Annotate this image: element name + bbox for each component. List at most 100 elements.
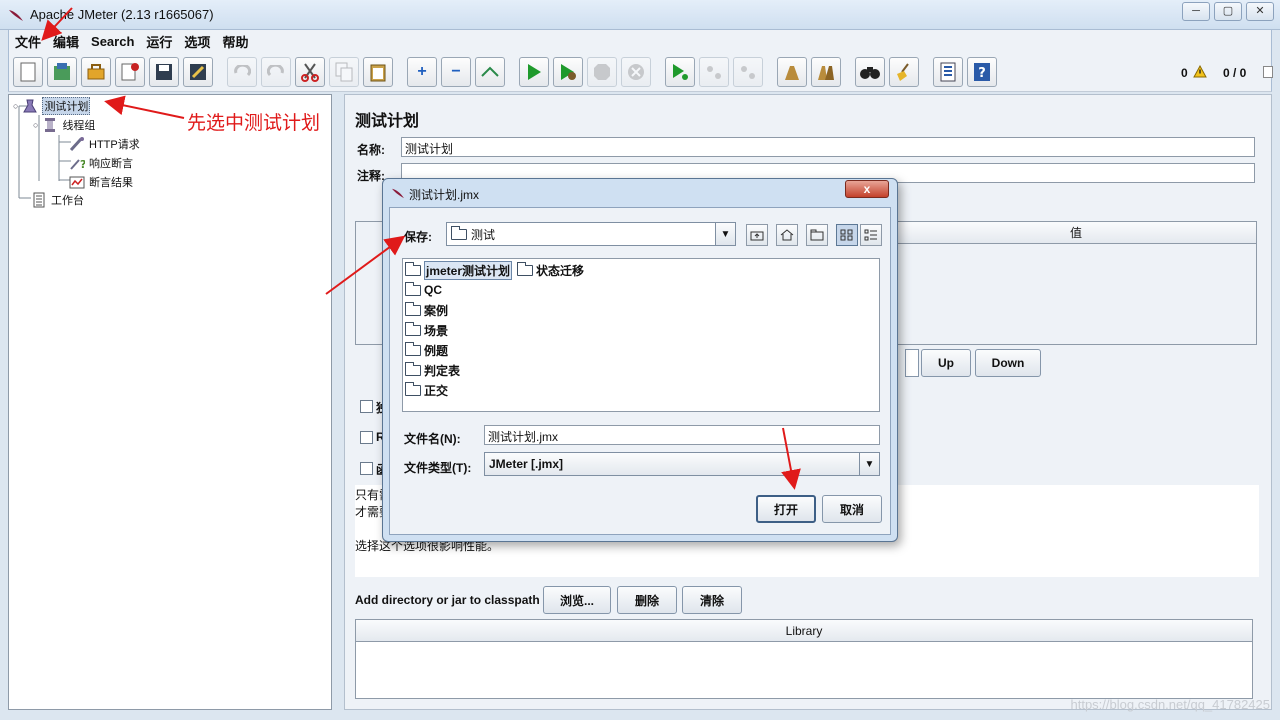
save-in-label: 保存: [404, 230, 432, 244]
tree-expand-handle[interactable]: ○ [13, 101, 18, 111]
filetype-combo[interactable]: JMeter [.jmx] ▼ [484, 452, 880, 476]
folder-name: 状态迁移 [536, 263, 585, 278]
new-icon[interactable] [13, 57, 43, 87]
list-item[interactable]: 案例 [405, 301, 448, 319]
cancel-button[interactable]: 取消 [822, 495, 882, 523]
templates-icon[interactable] [47, 57, 77, 87]
tree-node-http-request[interactable]: HTTP请求 [69, 135, 140, 153]
status-box [1263, 66, 1273, 78]
warning-icon[interactable] [1193, 65, 1207, 78]
watermark: https://blog.csdn.net/qq_41782425 [1070, 697, 1271, 712]
save-icon[interactable] [149, 57, 179, 87]
list-item[interactable]: QC [405, 281, 442, 299]
list-item[interactable]: 状态迁移 [517, 261, 584, 279]
assertion-icon: ? [70, 158, 85, 171]
folder-name: 例题 [424, 343, 449, 358]
remote-stop-icon[interactable] [699, 57, 729, 87]
up-one-level-icon[interactable] [746, 224, 768, 246]
tree-node-test-plan[interactable]: ○ 测试计划 [13, 97, 91, 115]
tree-label-test-plan: 测试计划 [42, 97, 91, 115]
folder-name: jmeter测试计划 [424, 260, 513, 280]
clear-button[interactable]: 清除 [682, 586, 742, 614]
remote-start-icon[interactable] [665, 57, 695, 87]
up-button[interactable]: Up [921, 349, 971, 377]
minimize-button[interactable]: ─ [1182, 2, 1210, 21]
save-as-icon[interactable] [183, 57, 213, 87]
stop-icon[interactable] [587, 57, 617, 87]
tree-node-assertion-results[interactable]: 断言结果 [69, 173, 133, 191]
start-icon[interactable] [519, 57, 549, 87]
copy-icon[interactable] [329, 57, 359, 87]
start-no-pauses-icon[interactable] [553, 57, 583, 87]
menu-options[interactable]: 选项 [178, 32, 216, 51]
tree-label-response-assertion: 响应断言 [89, 158, 133, 170]
sampler-pipette-icon [69, 137, 84, 152]
cut-icon[interactable] [295, 57, 325, 87]
folder-name: 正交 [424, 383, 449, 398]
collapse-all-icon[interactable]: − [441, 57, 471, 87]
chevron-down-icon[interactable]: ▼ [715, 223, 735, 245]
list-item[interactable]: jmeter测试计划 [405, 260, 513, 280]
list-item[interactable]: 场景 [405, 321, 448, 339]
undo-icon[interactable] [227, 57, 257, 87]
run-groups-consecutively-checkbox[interactable] [360, 400, 373, 413]
tree-node-response-assertion[interactable]: ? 响应断言 [69, 154, 133, 172]
list-view-icon[interactable] [836, 224, 858, 246]
remote-shutdown-icon[interactable] [733, 57, 763, 87]
clear-all-icon[interactable] [811, 57, 841, 87]
paste-icon[interactable] [363, 57, 393, 87]
help-icon[interactable]: ? [967, 57, 997, 87]
filename-input[interactable]: 测试计划.jmx [484, 425, 880, 445]
value-column-header: 值 [896, 222, 1256, 244]
toggle-icon[interactable] [475, 57, 505, 87]
shutdown-icon[interactable] [621, 57, 651, 87]
browse-button[interactable]: 浏览... [543, 586, 611, 614]
tree-node-workbench[interactable]: 工作台 [31, 191, 84, 209]
open-button[interactable]: 打开 [756, 495, 816, 523]
functional-test-mode-checkbox[interactable] [360, 462, 373, 475]
toolbar: + − ? 0 0 / 0 [8, 52, 1273, 92]
home-icon[interactable] [776, 224, 798, 246]
save-in-combo[interactable]: 测试 ▼ [446, 222, 736, 246]
maximize-button[interactable]: ▢ [1214, 2, 1242, 21]
save-in-value: 测试 [471, 227, 496, 242]
run-teardown-checkbox[interactable] [360, 431, 373, 444]
library-table: Library [355, 619, 1253, 699]
delete-button[interactable]: 删除 [617, 586, 677, 614]
down-button[interactable]: Down [975, 349, 1041, 377]
redo-icon[interactable] [261, 57, 291, 87]
menu-help[interactable]: 帮助 [216, 32, 254, 51]
search-binoculars-icon[interactable] [855, 57, 885, 87]
menu-file[interactable]: 文件 [9, 32, 47, 51]
library-column-header: Library [356, 620, 1252, 642]
tree-node-thread-group[interactable]: ○ 线程组 [33, 116, 95, 134]
tree-label-assertion-results: 断言结果 [89, 177, 133, 189]
tree-label-workbench: 工作台 [51, 195, 84, 207]
error-ratio: 0 / 0 [1223, 66, 1247, 80]
close-button[interactable]: ✕ [1246, 2, 1274, 21]
reset-search-broom-icon[interactable] [889, 57, 919, 87]
clear-icon[interactable] [777, 57, 807, 87]
list-item[interactable]: 正交 [405, 381, 448, 399]
list-item[interactable]: 判定表 [405, 361, 460, 379]
tree-label-http-request: HTTP请求 [89, 139, 140, 151]
list-item[interactable]: 例题 [405, 341, 448, 359]
menu-search[interactable]: Search [85, 34, 140, 49]
open-icon[interactable] [81, 57, 111, 87]
close-plan-icon[interactable] [115, 57, 145, 87]
tree-expand-handle[interactable]: ○ [33, 120, 38, 130]
dialog-close-button[interactable]: x [845, 180, 889, 198]
function-helper-icon[interactable] [933, 57, 963, 87]
comment-label: 注释: [357, 169, 385, 183]
menu-edit[interactable]: 编辑 [47, 32, 85, 51]
filename-label: 文件名(N): [404, 432, 461, 446]
menu-run[interactable]: 运行 [140, 32, 178, 51]
new-folder-icon[interactable] [806, 224, 828, 246]
thread-group-spool-icon [45, 118, 56, 132]
expand-all-icon[interactable]: + [407, 57, 437, 87]
folder-icon [451, 225, 467, 240]
name-field[interactable]: 测试计划 [401, 137, 1255, 157]
details-view-icon[interactable] [860, 224, 882, 246]
dialog-feather-icon [392, 188, 404, 199]
chevron-down-icon[interactable]: ▼ [859, 453, 879, 475]
